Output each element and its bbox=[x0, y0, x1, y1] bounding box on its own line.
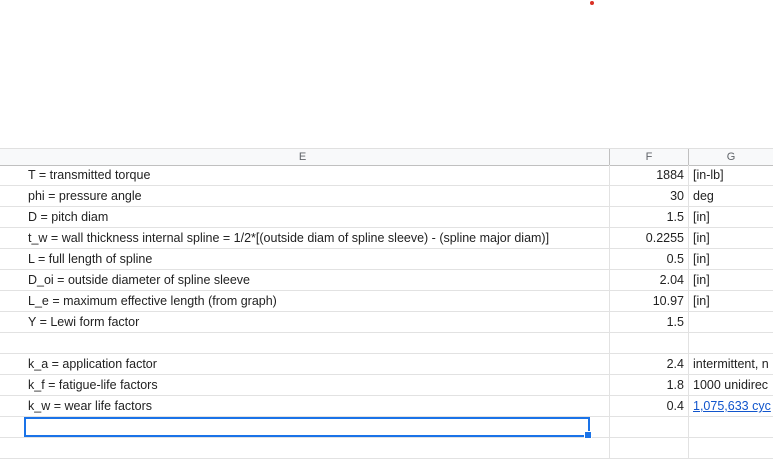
cell-e[interactable]: t_w = wall thickness internal spline = 1… bbox=[0, 228, 610, 248]
cell-g[interactable]: [in] bbox=[689, 291, 773, 311]
cell-f[interactable]: 2.4 bbox=[610, 354, 689, 374]
cell-f[interactable]: 0.2255 bbox=[610, 228, 689, 248]
table-row: t_w = wall thickness internal spline = 1… bbox=[0, 228, 773, 249]
table-row bbox=[0, 438, 773, 459]
cell-f[interactable]: 10.97 bbox=[610, 291, 689, 311]
cell-g[interactable]: [in] bbox=[689, 270, 773, 290]
column-header-row: E F G bbox=[0, 148, 773, 166]
cell-f[interactable] bbox=[610, 333, 689, 353]
column-header-g-label: G bbox=[726, 151, 736, 163]
table-row: T = transmitted torque 1884 [in-lb] bbox=[0, 165, 773, 186]
cell-f[interactable]: 1.5 bbox=[610, 312, 689, 332]
cell-e[interactable]: k_a = application factor bbox=[0, 354, 610, 374]
cell-g[interactable] bbox=[689, 312, 773, 332]
table-row: k_a = application factor 2.4 intermitten… bbox=[0, 354, 773, 375]
cell-e[interactable]: D_oi = outside diameter of spline sleeve bbox=[0, 270, 610, 290]
cell-e[interactable]: k_f = fatigue-life factors bbox=[0, 375, 610, 395]
table-row: Y = Lewi form factor 1.5 bbox=[0, 312, 773, 333]
cell-g-link[interactable]: 1,075,633 cyc bbox=[689, 396, 773, 416]
table-row: phi = pressure angle 30 deg bbox=[0, 186, 773, 207]
table-row: L_e = maximum effective length (from gra… bbox=[0, 291, 773, 312]
cell-g[interactable] bbox=[689, 333, 773, 353]
cell-g[interactable]: deg bbox=[689, 186, 773, 206]
column-header-e[interactable]: E bbox=[0, 149, 610, 165]
cell-g[interactable]: [in] bbox=[689, 249, 773, 269]
cell-e[interactable]: L_e = maximum effective length (from gra… bbox=[0, 291, 610, 311]
table-row: k_w = wear life factors 0.4 1,075,633 cy… bbox=[0, 396, 773, 417]
cell-g[interactable]: intermittent, n bbox=[689, 354, 773, 374]
selected-cell-outline[interactable] bbox=[24, 417, 592, 439]
cell-e[interactable]: D = pitch diam bbox=[0, 207, 610, 227]
red-dot-marker bbox=[590, 1, 594, 5]
cell-g[interactable] bbox=[689, 417, 773, 437]
table-row: D_oi = outside diameter of spline sleeve… bbox=[0, 270, 773, 291]
cell-e[interactable]: phi = pressure angle bbox=[0, 186, 610, 206]
cell-f[interactable] bbox=[610, 417, 689, 437]
cell-e[interactable] bbox=[0, 438, 610, 458]
column-header-g[interactable]: G bbox=[689, 149, 773, 165]
cell-f[interactable]: 1.8 bbox=[610, 375, 689, 395]
table-row: L = full length of spline 0.5 [in] bbox=[0, 249, 773, 270]
cell-f[interactable]: 1.5 bbox=[610, 207, 689, 227]
table-row bbox=[0, 333, 773, 354]
cell-e[interactable] bbox=[0, 333, 610, 353]
table-row: k_f = fatigue-life factors 1.8 1000 unid… bbox=[0, 375, 773, 396]
cell-f[interactable]: 0.5 bbox=[610, 249, 689, 269]
cell-f[interactable]: 1884 bbox=[610, 165, 689, 185]
cell-e[interactable]: L = full length of spline bbox=[0, 249, 610, 269]
cell-e[interactable]: Y = Lewi form factor bbox=[0, 312, 610, 332]
cell-f[interactable] bbox=[610, 438, 689, 458]
cell-f[interactable]: 30 bbox=[610, 186, 689, 206]
column-header-f-label: F bbox=[645, 151, 653, 163]
column-header-f[interactable]: F bbox=[610, 149, 689, 165]
cell-f[interactable]: 2.04 bbox=[610, 270, 689, 290]
cell-f[interactable]: 0.4 bbox=[610, 396, 689, 416]
cell-g[interactable]: 1000 unidirec bbox=[689, 375, 773, 395]
cell-g[interactable]: [in] bbox=[689, 228, 773, 248]
cell-e[interactable]: k_w = wear life factors bbox=[0, 396, 610, 416]
cell-e[interactable]: T = transmitted torque bbox=[0, 165, 610, 185]
fill-handle[interactable] bbox=[584, 431, 592, 439]
column-header-e-label: E bbox=[298, 151, 307, 163]
cell-g[interactable] bbox=[689, 438, 773, 458]
cell-g[interactable]: [in-lb] bbox=[689, 165, 773, 185]
cell-g[interactable]: [in] bbox=[689, 207, 773, 227]
table-row: D = pitch diam 1.5 [in] bbox=[0, 207, 773, 228]
